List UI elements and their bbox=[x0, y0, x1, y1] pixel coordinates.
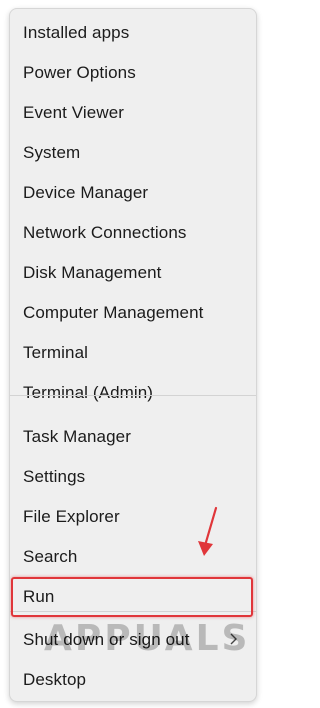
menu-item-task-manager[interactable]: Task Manager bbox=[10, 417, 256, 457]
screenshot-frame: Installed apps Power Options Event Viewe… bbox=[0, 0, 265, 708]
menu-item-label: Disk Management bbox=[23, 263, 162, 282]
menu-item-desktop[interactable]: Desktop bbox=[10, 660, 256, 700]
menu-item-search[interactable]: Search bbox=[10, 537, 256, 577]
menu-item-label: Computer Management bbox=[23, 303, 204, 322]
menu-item-label: File Explorer bbox=[23, 507, 120, 526]
menu-item-label: Installed apps bbox=[23, 23, 130, 42]
menu-item-label: Shut down or sign out bbox=[23, 630, 190, 649]
menu-item-device-manager[interactable]: Device Manager bbox=[10, 173, 256, 213]
menu-item-power-options[interactable]: Power Options bbox=[10, 53, 256, 93]
menu-item-label: Power Options bbox=[23, 63, 136, 82]
menu-item-label: Network Connections bbox=[23, 223, 187, 242]
menu-separator bbox=[10, 611, 256, 612]
menu-item-label: Terminal (Admin) bbox=[23, 383, 154, 402]
menu-item-settings[interactable]: Settings bbox=[10, 457, 256, 497]
menu-item-shut-down-or-sign-out[interactable]: Shut down or sign out bbox=[10, 620, 256, 660]
menu-item-label: Desktop bbox=[23, 670, 87, 689]
menu-item-label: Search bbox=[23, 547, 78, 566]
menu-item-installed-apps[interactable]: Installed apps bbox=[10, 13, 256, 53]
menu-item-label: Run bbox=[23, 587, 55, 606]
menu-item-computer-management[interactable]: Computer Management bbox=[10, 293, 256, 333]
menu-item-event-viewer[interactable]: Event Viewer bbox=[10, 93, 256, 133]
menu-item-terminal[interactable]: Terminal bbox=[10, 333, 256, 373]
menu-item-label: Settings bbox=[23, 467, 86, 486]
menu-item-label: System bbox=[23, 143, 81, 162]
menu-item-file-explorer[interactable]: File Explorer bbox=[10, 497, 256, 537]
menu-item-system[interactable]: System bbox=[10, 133, 256, 173]
menu-item-terminal-admin[interactable]: Terminal (Admin) bbox=[10, 373, 256, 413]
menu-item-label: Terminal bbox=[23, 343, 89, 362]
menu-item-label: Event Viewer bbox=[23, 103, 125, 122]
menu-separator bbox=[10, 395, 256, 396]
chevron-right-icon bbox=[230, 633, 237, 645]
quick-link-menu: Installed apps Power Options Event Viewe… bbox=[9, 8, 257, 702]
menu-item-label: Device Manager bbox=[23, 183, 149, 202]
menu-item-label: Task Manager bbox=[23, 427, 131, 446]
menu-item-network-connections[interactable]: Network Connections bbox=[10, 213, 256, 253]
menu-item-disk-management[interactable]: Disk Management bbox=[10, 253, 256, 293]
